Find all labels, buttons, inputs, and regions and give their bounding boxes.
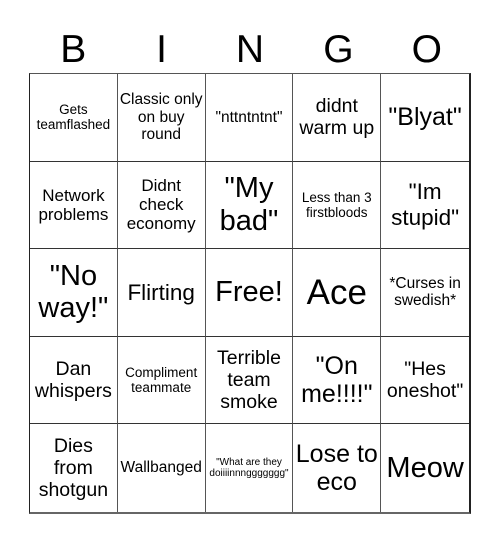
- cell-text: Flirting: [127, 279, 195, 305]
- cell-text: "On me!!!!": [301, 351, 373, 409]
- cell-text: didnt warm up: [299, 95, 375, 140]
- bingo-cell[interactable]: "Hes oneshot": [381, 337, 469, 425]
- bingo-cell[interactable]: Network problems: [30, 161, 118, 250]
- cell-text: *Curses in swedish*: [389, 274, 461, 310]
- bingo-cell[interactable]: Classic only on buy round: [117, 74, 206, 162]
- bingo-cell[interactable]: Dan whispers: [30, 336, 118, 425]
- bingo-cell[interactable]: Wallbanged: [118, 424, 206, 512]
- header-letter-o: O: [411, 28, 442, 71]
- bingo-cell[interactable]: "Blyat": [381, 74, 469, 162]
- bingo-cell[interactable]: "On me!!!!": [293, 336, 382, 425]
- cell-text: Lose to eco: [295, 439, 378, 497]
- cell-text: Terrible team smoke: [217, 347, 281, 414]
- bingo-cell[interactable]: Terrible team smoke: [205, 336, 294, 425]
- header-letter-b: B: [60, 28, 87, 71]
- header-letter-g: G: [323, 28, 354, 71]
- cell-text: "Im stupid": [391, 179, 460, 230]
- cell-text: Dies from shotgun: [38, 435, 109, 502]
- bingo-cell[interactable]: Meow: [381, 424, 469, 512]
- cell-text: "Blyat": [388, 103, 462, 132]
- cell-text: Classic only on buy round: [119, 91, 203, 144]
- cell-text: Ace: [306, 272, 367, 312]
- bingo-cell[interactable]: Lose to eco: [293, 424, 382, 512]
- bingo-cell[interactable]: "What are they doiiiinnnggggggg": [206, 424, 294, 512]
- cell-text: "What are they doiiiinnnggggggg": [209, 456, 289, 480]
- bingo-cell[interactable]: *Curses in swedish*: [381, 249, 469, 337]
- bingo-cell[interactable]: didnt warm up: [293, 74, 382, 162]
- cell-text: "No way!": [38, 259, 109, 325]
- cell-text: Network problems: [38, 185, 109, 224]
- bingo-cell[interactable]: Gets teamflashed: [30, 74, 118, 162]
- bingo-header: B I N G O: [29, 26, 471, 73]
- bingo-cell[interactable]: "My bad": [205, 161, 294, 250]
- cell-text: Free!: [215, 276, 283, 309]
- bingo-cell[interactable]: Ace: [293, 249, 382, 337]
- bingo-cell[interactable]: "No way!": [30, 249, 118, 337]
- cell-text: Meow: [386, 451, 464, 484]
- bingo-cell[interactable]: "nttntntnt": [205, 74, 294, 162]
- bingo-card: Gets teamflashed Classic only on buy rou…: [29, 73, 471, 514]
- header-letter-n: N: [235, 28, 265, 71]
- header-letter-i: I: [156, 28, 168, 71]
- cell-text: "Hes oneshot": [386, 358, 464, 403]
- bingo-cell[interactable]: Dies from shotgun: [30, 424, 118, 512]
- bingo-cell[interactable]: Flirting: [117, 249, 206, 337]
- cell-text: Dan whispers: [34, 358, 112, 403]
- bingo-cell[interactable]: Less than 3 firstbloods: [293, 161, 382, 250]
- free-space-cell[interactable]: Free!: [205, 249, 294, 337]
- bingo-cell[interactable]: Compliment teammate: [117, 336, 206, 425]
- cell-text: Didnt check economy: [126, 176, 196, 234]
- cell-text: Wallbanged: [120, 459, 202, 477]
- cell-text: "nttntntnt": [215, 108, 283, 126]
- cell-text: "My bad": [219, 172, 279, 237]
- bingo-cell[interactable]: Didnt check economy: [117, 161, 206, 250]
- cell-text: Less than 3 firstbloods: [301, 189, 372, 220]
- cell-text: Gets teamflashed: [36, 102, 111, 133]
- cell-text: Compliment teammate: [125, 364, 198, 396]
- bingo-cell[interactable]: "Im stupid": [381, 162, 469, 250]
